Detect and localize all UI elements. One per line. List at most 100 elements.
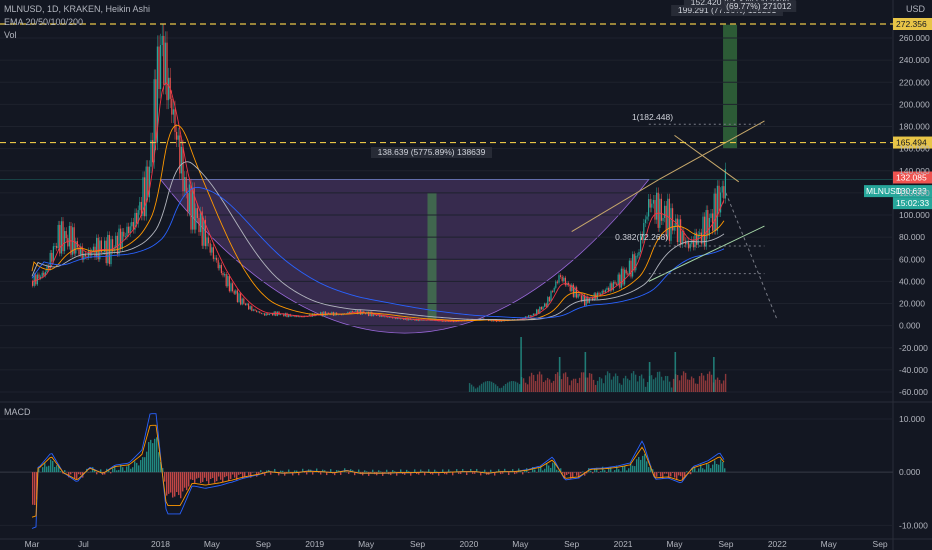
candle-body xyxy=(369,311,371,316)
candle-body xyxy=(556,281,558,283)
macd-histogram-bar xyxy=(44,463,46,473)
x-tick-label: Jul xyxy=(78,539,89,549)
volume-spike xyxy=(584,352,587,392)
volume-bar xyxy=(474,388,477,392)
candle-body xyxy=(662,217,664,221)
level-tag-label: 272.356 xyxy=(896,19,927,29)
volume-bar xyxy=(602,383,605,392)
candle-body xyxy=(638,252,640,256)
macd-histogram-bar xyxy=(466,472,468,476)
volume-bar xyxy=(618,383,621,392)
macd-histogram-bar xyxy=(52,460,54,473)
macd-histogram-bar xyxy=(216,472,218,482)
macd-histogram-bar xyxy=(280,470,282,473)
volume-bar xyxy=(710,374,713,392)
macd-histogram-bar xyxy=(136,462,138,473)
macd-histogram-bar xyxy=(208,472,210,484)
candle-body xyxy=(676,218,678,243)
chart-canvas[interactable]: 272.356165.494132.085130.63315:02:33MLNU… xyxy=(0,0,932,550)
candle-body xyxy=(182,146,184,192)
candle-body xyxy=(219,264,221,269)
volume-bar xyxy=(682,371,685,392)
macd-histogram-bar xyxy=(624,465,626,473)
macd-histogram-bar xyxy=(582,471,584,473)
volume-bar xyxy=(488,381,491,392)
candle-body xyxy=(718,185,720,213)
candle-body xyxy=(622,268,624,285)
candle-body xyxy=(228,276,230,292)
candle-body xyxy=(208,237,210,244)
macd-histogram-bar xyxy=(500,472,502,475)
candle-body xyxy=(630,260,632,277)
volume-bar xyxy=(508,381,511,392)
candle-body xyxy=(660,198,662,221)
candle-body xyxy=(388,317,390,318)
candle-body xyxy=(220,264,222,274)
macd-histogram-bar xyxy=(696,471,698,473)
volume-bar xyxy=(492,382,495,392)
macd-histogram-bar xyxy=(522,472,524,475)
candle-body xyxy=(673,226,675,231)
macd-histogram-bar xyxy=(556,469,558,473)
candle-body xyxy=(248,303,250,310)
macd-histogram-bar xyxy=(110,472,112,474)
macd-histogram-bar xyxy=(576,472,578,476)
volume-bar xyxy=(596,380,599,392)
volume-bar xyxy=(692,378,695,392)
macd-histogram-bar xyxy=(474,472,476,474)
volume-bar xyxy=(622,378,625,392)
macd-histogram-bar xyxy=(604,470,606,473)
candle-body xyxy=(256,310,258,312)
candle-body xyxy=(241,298,243,305)
macd-histogram-bar xyxy=(674,472,676,478)
volume-spike xyxy=(648,362,651,392)
ema-legend[interactable]: EMA 20/50/100/200 xyxy=(4,17,83,27)
volume-bar xyxy=(546,377,549,392)
candle-body xyxy=(552,291,554,292)
x-tick-label: May xyxy=(204,539,221,549)
macd-histogram-bar xyxy=(134,461,136,473)
volume-bar xyxy=(686,379,689,392)
macd-histogram-bar xyxy=(558,470,560,473)
candle-body xyxy=(120,228,122,250)
volume-bar xyxy=(702,375,705,392)
candle-body xyxy=(532,313,534,316)
volume-bar xyxy=(636,381,639,392)
candle-body xyxy=(614,281,616,284)
candle-body xyxy=(254,309,256,311)
macd-histogram-bar xyxy=(48,465,50,473)
macd-histogram-bar xyxy=(680,472,682,477)
macd-histogram-bar xyxy=(174,472,176,497)
volume-legend[interactable]: Vol xyxy=(4,30,17,40)
macd-legend[interactable]: MACD xyxy=(4,407,31,417)
macd-histogram-bar xyxy=(714,460,716,473)
candle-body xyxy=(716,185,718,231)
symbol-title[interactable]: MLNUSD, 1D, KRAKEN, Heikin Ashi xyxy=(4,4,150,14)
macd-y-tick-label: 10.000 xyxy=(899,414,925,424)
macd-histogram-bar xyxy=(240,472,242,474)
volume-bar xyxy=(704,380,707,392)
candle-body xyxy=(392,317,394,319)
macd-histogram-bar xyxy=(220,472,222,480)
macd-histogram-bar xyxy=(414,469,416,473)
macd-histogram-bar xyxy=(614,470,616,473)
macd-histogram-bar xyxy=(196,472,198,479)
x-tick-label: 2020 xyxy=(459,539,478,549)
macd-histogram-bar xyxy=(126,466,128,473)
volume-bar xyxy=(588,373,591,392)
candle-body xyxy=(110,239,112,265)
macd-histogram-bar xyxy=(638,457,640,473)
macd-histogram-bar xyxy=(658,472,660,473)
volume-bar xyxy=(574,378,577,392)
macd-histogram-bar xyxy=(566,472,568,475)
candle-body xyxy=(152,140,154,163)
volume-bar xyxy=(562,373,565,392)
candle-body xyxy=(555,281,557,288)
volume-bar xyxy=(634,374,637,392)
candle-body xyxy=(144,177,146,217)
macd-histogram-bar xyxy=(192,472,194,480)
candle-body xyxy=(680,219,682,245)
candle-body xyxy=(286,313,288,318)
candle-body xyxy=(299,316,301,318)
macd-histogram-bar xyxy=(644,454,646,473)
